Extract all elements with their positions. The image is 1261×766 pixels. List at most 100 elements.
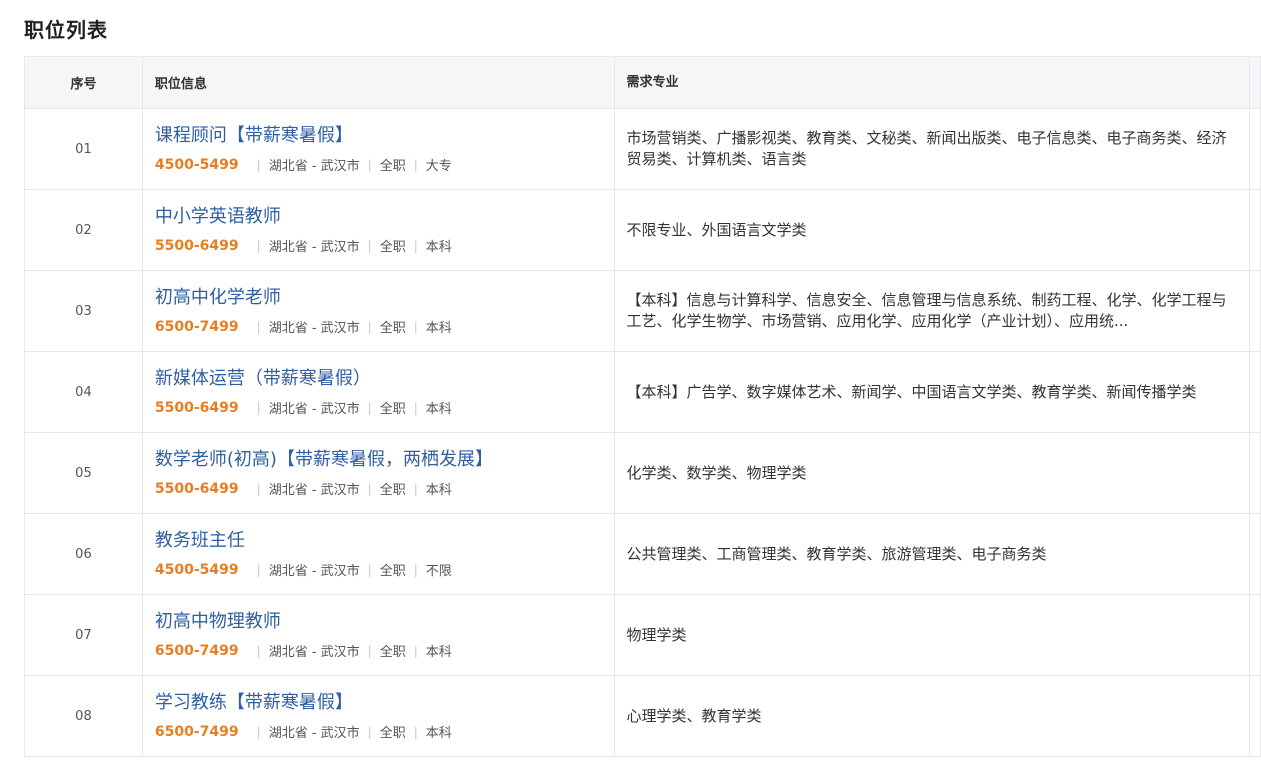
education: 本科 (425, 483, 452, 498)
job-title-link[interactable]: 新媒体运营（带薪寒暑假） (155, 367, 371, 391)
table-header: 序号 职位信息 需求专业 (25, 57, 1261, 109)
row-number: 04 (25, 352, 143, 432)
major-cell: 【本科】广告学、数字媒体艺术、新闻学、中国语言文学类、教育学类、新闻传播学类 (615, 352, 1250, 432)
salary: 4500-5499 (154, 156, 239, 173)
major-cell: 公共管理类、工商管理类、教育学类、旅游管理类、电子商务类 (615, 514, 1250, 594)
row-number: 08 (25, 676, 143, 756)
separator: | (413, 643, 418, 658)
separator: | (367, 400, 372, 415)
job-title-link[interactable]: 初高中化学老师 (155, 286, 281, 310)
job-meta: 5500-6499 | 湖北省 - 武汉市 | 全职 | 本科 (154, 398, 452, 418)
separator: | (413, 724, 418, 739)
row-extra (1250, 595, 1261, 675)
header-info: 职位信息 (143, 57, 615, 108)
table-row[interactable]: 03 初高中化学老师 6500-7499 | 湖北省 - 武汉市 | 全职 | … (25, 271, 1261, 352)
separator: | (256, 724, 261, 739)
job-title-link[interactable]: 教务班主任 (155, 529, 245, 553)
job-type: 全职 (379, 321, 406, 336)
page-title: 职位列表 (24, 18, 108, 42)
row-number: 01 (25, 109, 143, 189)
separator: | (256, 400, 261, 415)
row-extra (1250, 514, 1261, 594)
location: 湖北省 - 武汉市 (268, 402, 360, 417)
table-row[interactable]: 04 新媒体运营（带薪寒暑假） 5500-6499 | 湖北省 - 武汉市 | … (25, 352, 1261, 433)
major-cell: 心理学类、教育学类 (615, 676, 1250, 756)
job-type: 全职 (379, 483, 406, 498)
row-number: 03 (25, 271, 143, 351)
job-title-link[interactable]: 数学老师(初高)【带薪寒暑假，两栖发展】 (155, 448, 493, 472)
major-text: 化学类、数学类、物理学类 (626, 463, 807, 482)
separator: | (256, 238, 261, 253)
major-text: 【本科】信息与计算科学、信息安全、信息管理与信息系统、制药工程、化学、化学工程与… (626, 291, 1227, 330)
row-number: 07 (25, 595, 143, 675)
separator: | (256, 481, 261, 496)
table-row[interactable]: 08 学习教练【带薪寒暑假】 6500-7499 | 湖北省 - 武汉市 | 全… (25, 676, 1261, 757)
separator: | (413, 562, 418, 577)
separator: | (367, 157, 372, 172)
major-text: 公共管理类、工商管理类、教育学类、旅游管理类、电子商务类 (626, 544, 1047, 563)
job-meta: 5500-6499 | 湖北省 - 武汉市 | 全职 | 本科 (154, 479, 452, 499)
job-meta: 5500-6499 | 湖北省 - 武汉市 | 全职 | 本科 (155, 236, 452, 256)
job-title-link[interactable]: 学习教练【带薪寒暑假】 (155, 691, 353, 715)
salary: 6500-7499 (154, 723, 239, 740)
separator: | (367, 238, 372, 253)
separator: | (367, 562, 372, 577)
header-major: 需求专业 (615, 57, 1250, 108)
job-meta: 6500-7499 | 湖北省 - 武汉市 | 全职 | 本科 (155, 641, 452, 661)
job-type: 全职 (379, 726, 406, 741)
education: 本科 (425, 726, 452, 741)
header-no: 序号 (25, 57, 143, 108)
major-text: 物理学类 (626, 625, 687, 644)
table-row[interactable]: 02 中小学英语教师 5500-6499 | 湖北省 - 武汉市 | 全职 | … (25, 190, 1261, 271)
job-meta: 4500-5499 | 湖北省 - 武汉市 | 全职 | 不限 (155, 560, 452, 580)
job-table: 序号 职位信息 需求专业 01 课程顾问【带薪寒暑假】 4500-5499 | … (24, 56, 1261, 757)
separator: | (256, 643, 261, 658)
job-type: 全职 (379, 402, 406, 417)
separator: | (367, 319, 372, 334)
job-title-link[interactable]: 初高中物理教师 (155, 610, 281, 634)
location: 湖北省 - 武汉市 (268, 321, 360, 336)
job-meta: 4500-5499 | 湖北省 - 武汉市 | 全职 | 大专 (154, 155, 452, 175)
row-number: 02 (25, 190, 143, 270)
row-extra (1250, 433, 1261, 513)
separator: | (413, 238, 418, 253)
job-type: 全职 (379, 240, 406, 255)
location: 湖北省 - 武汉市 (268, 726, 360, 741)
row-extra (1250, 271, 1261, 351)
job-type: 全职 (379, 645, 406, 660)
row-number: 06 (25, 514, 143, 594)
job-info: 初高中物理教师 6500-7499 | 湖北省 - 武汉市 | 全职 | 本科 (143, 595, 615, 675)
location: 湖北省 - 武汉市 (268, 564, 360, 579)
major-text: 不限专业、外国语言文学类 (626, 220, 807, 239)
education: 本科 (425, 402, 452, 417)
salary: 5500-6499 (154, 480, 239, 497)
row-extra (1250, 109, 1261, 189)
table-row[interactable]: 05 数学老师(初高)【带薪寒暑假，两栖发展】 5500-6499 | 湖北省 … (25, 433, 1261, 514)
job-info: 新媒体运营（带薪寒暑假） 5500-6499 | 湖北省 - 武汉市 | 全职 … (143, 352, 615, 432)
job-title-link[interactable]: 中小学英语教师 (155, 205, 281, 229)
row-extra (1250, 352, 1261, 432)
table-row[interactable]: 06 教务班主任 4500-5499 | 湖北省 - 武汉市 | 全职 | 不限… (25, 514, 1261, 595)
separator: | (367, 481, 372, 496)
job-info: 课程顾问【带薪寒暑假】 4500-5499 | 湖北省 - 武汉市 | 全职 |… (143, 109, 615, 189)
job-info: 初高中化学老师 6500-7499 | 湖北省 - 武汉市 | 全职 | 本科 (143, 271, 615, 351)
job-title-link[interactable]: 课程顾问【带薪寒暑假】 (155, 124, 353, 148)
separator: | (367, 724, 372, 739)
salary: 5500-6499 (154, 399, 239, 416)
education: 本科 (425, 321, 452, 336)
separator: | (413, 481, 418, 496)
education: 本科 (425, 240, 452, 255)
location: 湖北省 - 武汉市 (268, 159, 360, 174)
location: 湖北省 - 武汉市 (268, 483, 360, 498)
job-info: 中小学英语教师 5500-6499 | 湖北省 - 武汉市 | 全职 | 本科 (143, 190, 615, 270)
separator: | (413, 157, 418, 172)
table-row[interactable]: 07 初高中物理教师 6500-7499 | 湖北省 - 武汉市 | 全职 | … (25, 595, 1261, 676)
header-extra (1250, 57, 1261, 108)
row-extra (1250, 676, 1261, 756)
major-text: 市场营销类、广播影视类、教育类、文秘类、新闻出版类、电子信息类、电子商务类、经济… (626, 129, 1227, 168)
separator: | (256, 562, 261, 577)
job-info: 学习教练【带薪寒暑假】 6500-7499 | 湖北省 - 武汉市 | 全职 |… (143, 676, 615, 756)
education: 大专 (425, 159, 452, 174)
table-row[interactable]: 01 课程顾问【带薪寒暑假】 4500-5499 | 湖北省 - 武汉市 | 全… (25, 109, 1261, 190)
major-cell: 物理学类 (615, 595, 1250, 675)
